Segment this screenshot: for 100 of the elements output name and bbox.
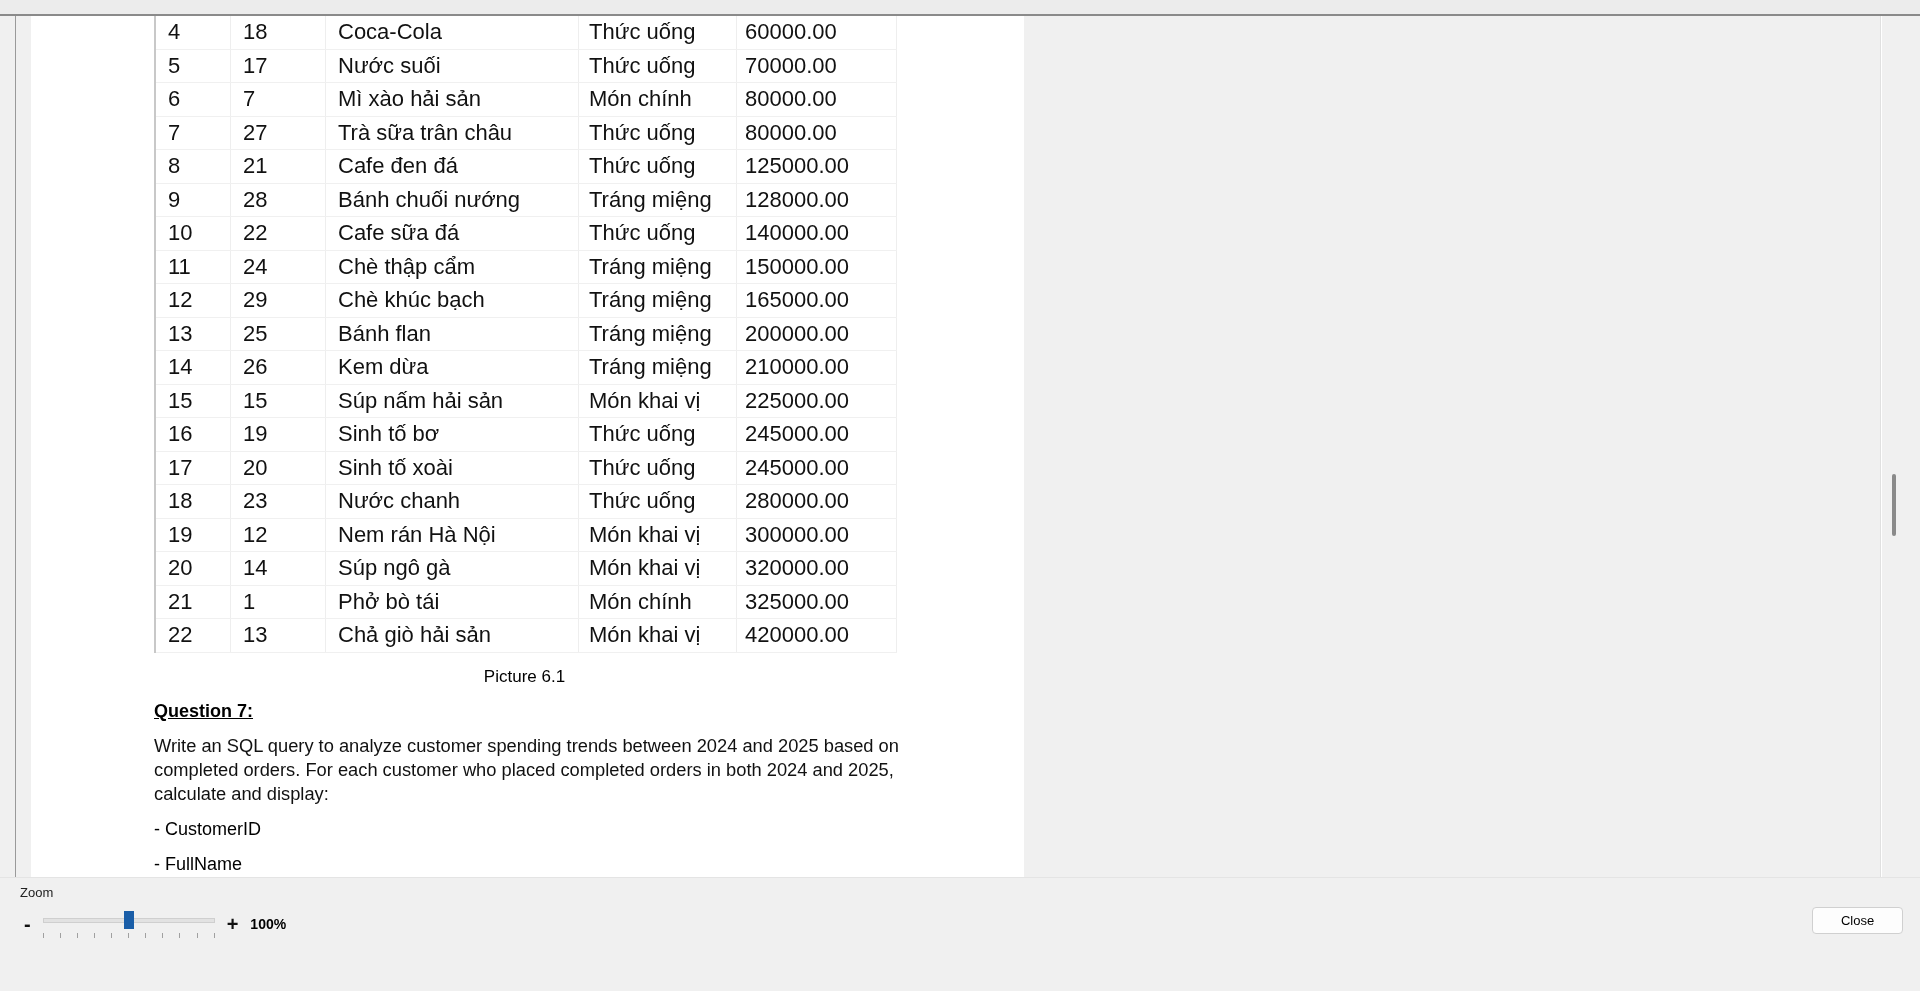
table-cell: 165000.00: [737, 284, 897, 317]
table-cell: 12: [156, 284, 231, 317]
table-cell: 1: [231, 585, 326, 618]
table-cell: 225000.00: [737, 384, 897, 417]
table-cell: 27: [231, 116, 326, 149]
table-cell: Cafe sữa đá: [326, 217, 579, 250]
table-cell: 280000.00: [737, 485, 897, 518]
table-cell: Thức uống: [579, 116, 737, 149]
table-cell: Sinh tố bơ: [326, 418, 579, 451]
table-cell: Thức uống: [579, 418, 737, 451]
question-text: Write an SQL query to analyze customer spending trends between 2024 and 2025 based on completed orders. For each customer who placed completed orders in both 2024 and 2025, calculate and display:: [154, 733, 900, 806]
table-cell: 14: [231, 552, 326, 585]
table-cell: 8: [156, 150, 231, 183]
table-cell: 5: [156, 49, 231, 82]
table-cell: Tráng miệng: [579, 317, 737, 350]
table-cell: 26: [231, 351, 326, 384]
table-cell: Súp ngô gà: [326, 552, 579, 585]
table-cell: 80000.00: [737, 116, 897, 149]
table-cell: Cafe đen đá: [326, 150, 579, 183]
table-cell: 200000.00: [737, 317, 897, 350]
table-cell: 22: [231, 217, 326, 250]
table-cell: Sinh tố xoài: [326, 451, 579, 484]
table-cell: 29: [231, 284, 326, 317]
table-cell: 320000.00: [737, 552, 897, 585]
table-cell: 7: [156, 116, 231, 149]
table-cell: 13: [231, 619, 326, 652]
table-cell: Món khai vị: [579, 384, 737, 417]
table-cell: 21: [231, 150, 326, 183]
table-cell: 80000.00: [737, 83, 897, 116]
table-cell: 13: [156, 317, 231, 350]
table-cell: 24: [231, 250, 326, 283]
zoom-slider[interactable]: [42, 909, 215, 939]
table-cell: 22: [156, 619, 231, 652]
question-heading: Question 7:: [154, 700, 254, 722]
zoom-in-button[interactable]: +: [222, 912, 243, 936]
scrollbar-thumb[interactable]: [1892, 474, 1896, 536]
table-cell: 15: [231, 384, 326, 417]
table-cell: Món khai vị: [579, 619, 737, 652]
table-cell: Thức uống: [579, 485, 737, 518]
table-cell: Tráng miệng: [579, 284, 737, 317]
table-cell: 9: [156, 183, 231, 216]
table-cell: Nước suối: [326, 49, 579, 82]
table-cell: Thức uống: [579, 16, 737, 49]
table-cell: Súp nấm hải sản: [326, 384, 579, 417]
table-cell: 210000.00: [737, 351, 897, 384]
table-cell: 125000.00: [737, 150, 897, 183]
table-cell: 16: [156, 418, 231, 451]
table-cell: Chè khúc bạch: [326, 284, 579, 317]
table-cell: 4: [156, 16, 231, 49]
table-cell: 28: [231, 183, 326, 216]
table-cell: 128000.00: [737, 183, 897, 216]
table-cell: 7: [231, 83, 326, 116]
table-cell: Trà sữa trân châu: [326, 116, 579, 149]
table-cell: Phở bò tái: [326, 585, 579, 618]
picture-caption: Picture 6.1: [482, 666, 567, 687]
table-cell: 17: [231, 49, 326, 82]
table-cell: 23: [231, 485, 326, 518]
zoom-out-button[interactable]: -: [20, 912, 35, 936]
table-cell: Món khai vị: [579, 552, 737, 585]
table-cell: Món chính: [579, 585, 737, 618]
table-cell: Thức uống: [579, 217, 737, 250]
table-cell: 14: [156, 351, 231, 384]
table-cell: 150000.00: [737, 250, 897, 283]
list-item: - FullName: [154, 852, 243, 876]
table-cell: 140000.00: [737, 217, 897, 250]
table-cell: 325000.00: [737, 585, 897, 618]
table-cell: Tráng miệng: [579, 183, 737, 216]
table-cell: 19: [156, 518, 231, 551]
table-cell: Nem rán Hà Nội: [326, 518, 579, 551]
table-cell: 60000.00: [737, 16, 897, 49]
table-cell: Coca-Cola: [326, 16, 579, 49]
table-cell: 20: [156, 552, 231, 585]
table-cell: Món chính: [579, 83, 737, 116]
table-cell: 25: [231, 317, 326, 350]
table-cell: Thức uống: [579, 451, 737, 484]
table-cell: 11: [156, 250, 231, 283]
table-cell: Tráng miệng: [579, 351, 737, 384]
table-cell: Mì xào hải sản: [326, 83, 579, 116]
table-cell: Thức uống: [579, 49, 737, 82]
table-cell: 18: [156, 485, 231, 518]
table-cell: 12: [231, 518, 326, 551]
zoom-value: 100%: [250, 916, 287, 932]
table-cell: Bánh chuối nướng: [326, 183, 579, 216]
table-cell: 21: [156, 585, 231, 618]
table-cell: 6: [156, 83, 231, 116]
table-cell: 10: [156, 217, 231, 250]
table-cell: 70000.00: [737, 49, 897, 82]
table-cell: Món khai vị: [579, 518, 737, 551]
table-cell: Bánh flan: [326, 317, 579, 350]
zoom-label: Zoom: [20, 885, 55, 900]
table-cell: 15: [156, 384, 231, 417]
table-cell: 17: [156, 451, 231, 484]
table-cell: 19: [231, 418, 326, 451]
table-cell: Thức uống: [579, 150, 737, 183]
table-cell: Nước chanh: [326, 485, 579, 518]
table-cell: 245000.00: [737, 451, 897, 484]
close-button[interactable]: Close: [1812, 907, 1903, 934]
table-cell: Tráng miệng: [579, 250, 737, 283]
table-cell: Chả giò hải sản: [326, 619, 579, 652]
table-cell: 20: [231, 451, 326, 484]
